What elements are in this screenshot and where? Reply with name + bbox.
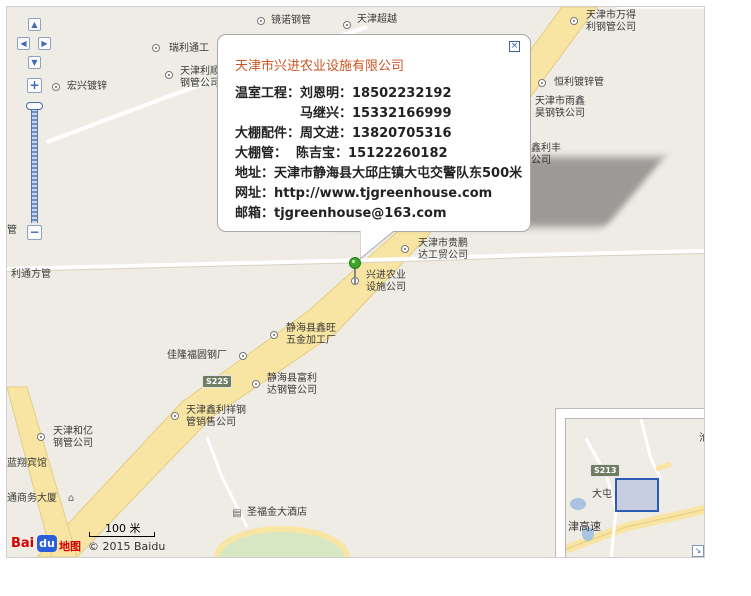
info-line-greenhouse: 温室工程：刘恩明：18502232192 (235, 86, 452, 101)
roundabout (214, 526, 350, 557)
poi-dot (257, 17, 265, 25)
zoom-in-button[interactable]: + (27, 78, 42, 93)
poi-dot (165, 71, 173, 79)
pan-left-button[interactable]: ◀ (17, 37, 30, 50)
poi-label[interactable]: 佳隆福圆钢厂 (167, 350, 227, 362)
info-window: 天津市兴进农业设施有限公司 × 温室工程：刘恩明：18502232192 马继兴… (217, 34, 531, 232)
poi-dot (570, 17, 578, 25)
poi-label[interactable]: 兴进农业 设施公司 (366, 270, 406, 294)
overview-highway-label: 津高速 (568, 520, 601, 533)
poi-label[interactable]: 恒利镀锌管 (554, 77, 604, 89)
poi-dot (538, 79, 546, 87)
overview-canvas[interactable]: S213 大屯 津高速 沧 (565, 418, 704, 557)
poi-label[interactable]: 天津超越 (357, 14, 397, 26)
scale-bar (89, 532, 155, 537)
poi-dot (52, 83, 60, 91)
poi-dot (37, 433, 45, 441)
poi-label[interactable]: 宏兴镀锌 (67, 81, 107, 93)
edge-label: 利通方管 (11, 269, 51, 280)
poi-dot (152, 44, 160, 52)
poi-dot (239, 352, 247, 360)
poi-label[interactable]: 天津利顺 钢管公司 (180, 66, 220, 90)
info-line-contact: 马继兴：15332166999 (300, 106, 452, 121)
poi-dot (252, 380, 260, 388)
poi-label[interactable]: 天津和亿 钢管公司 (53, 426, 93, 450)
close-icon[interactable]: × (509, 41, 520, 52)
overview-toggle-icon[interactable]: ↘ (692, 545, 704, 557)
hotel-icon: ▤ (232, 508, 242, 519)
info-window-tail (360, 231, 395, 260)
baidu-logo[interactable]: Bai du 地图 (11, 535, 87, 553)
info-line-website[interactable]: 网址：http://www.tjgreenhouse.com (235, 182, 492, 201)
company-title: 天津市兴进农业设施有限公司 (235, 59, 405, 74)
zoom-slider-track[interactable] (31, 107, 38, 223)
overview-edge-label: 沧 (699, 433, 704, 445)
zoom-slider-handle[interactable] (26, 102, 43, 110)
paw-icon: du (37, 535, 57, 552)
poi-dot (171, 412, 179, 420)
road-shield-s225: S225 (202, 375, 233, 388)
overview-road-shield: S213 (590, 464, 621, 477)
building-icon: ⌂ (67, 493, 75, 504)
poi-label[interactable]: 圣福金大酒店 (247, 507, 307, 519)
overview-town-label: 大屯 (592, 489, 612, 500)
location-pin-icon[interactable] (348, 257, 362, 287)
pan-down-button[interactable]: ▼ (28, 56, 41, 69)
zoom-out-button[interactable]: − (27, 225, 42, 240)
overview-viewport-box[interactable] (615, 478, 659, 512)
poi-label[interactable]: 通商务大厦 (7, 493, 57, 505)
info-line-address: 地址：天津市静海县大邱庄镇大屯交警队东500米 (235, 166, 523, 181)
poi-label[interactable]: 镜诺钢管 (271, 15, 311, 27)
poi-label[interactable]: 天津市贵鹏 达工贸公司 (418, 238, 468, 262)
poi-label[interactable]: 天津市万得 利钢管公司 (586, 10, 636, 34)
edge-label: 管 (7, 225, 17, 236)
info-line-parts: 大棚配件：周文进：13820705316 (235, 126, 452, 141)
poi-label[interactable]: 蓝翔宾馆 (7, 458, 47, 470)
poi-label[interactable]: 天津市雨鑫 昊钢铁公司 (535, 96, 585, 120)
overview-map[interactable]: S213 大屯 津高速 沧 ↘ (555, 408, 704, 557)
road-west (7, 386, 78, 557)
pan-right-button[interactable]: ▶ (38, 37, 51, 50)
poi-label[interactable]: 静海县富利 达钢管公司 (267, 373, 317, 397)
poi-label[interactable]: 瑞利通工 (169, 43, 209, 55)
copyright: © 2015 Baidu (88, 540, 166, 553)
poi-dot (401, 245, 409, 253)
info-line-pipes: 大棚管： 陈吉宝：15122260182 (235, 146, 448, 161)
map-canvas[interactable]: 镜诺钢管 天津超越 天津市万得 利钢管公司 瑞利通工 天津利顺 钢管公司 宏兴镀… (6, 6, 705, 558)
poi-dot (343, 21, 351, 29)
poi-label[interactable]: 静海县鑫旺 五金加工厂 (286, 323, 336, 347)
info-line-email[interactable]: 邮箱：tjgreenhouse@163.com (235, 202, 447, 221)
poi-dot (270, 331, 278, 339)
poi-label[interactable]: 天津鑫利祥钢 管销售公司 (186, 405, 246, 429)
pan-up-button[interactable]: ▲ (28, 18, 41, 31)
